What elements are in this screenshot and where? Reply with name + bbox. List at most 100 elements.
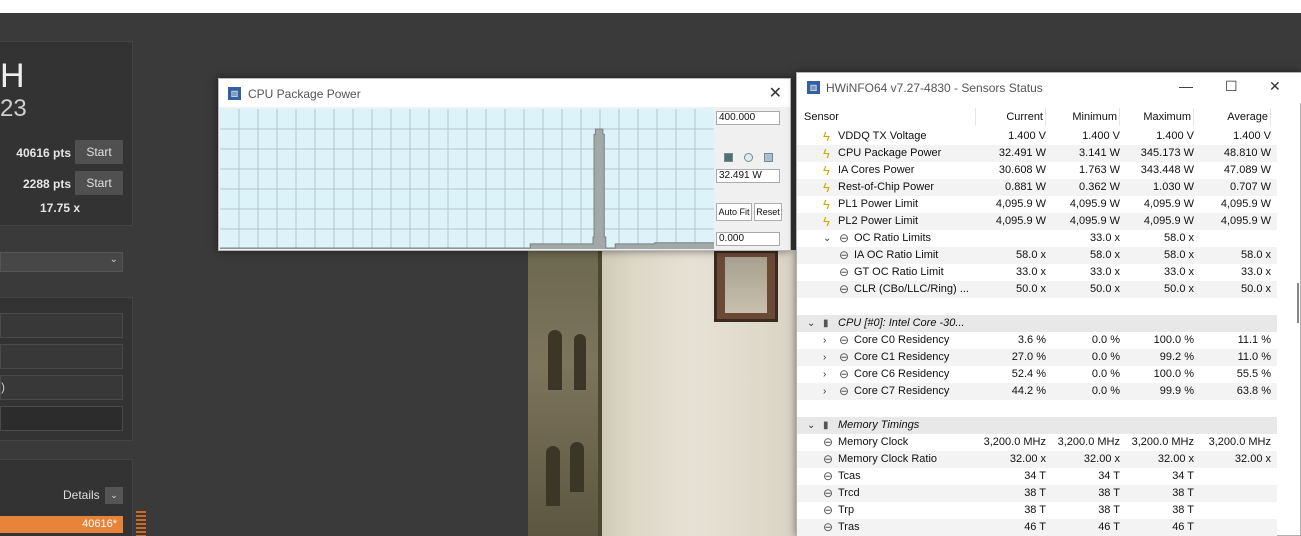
current-value: 38 T [1024, 487, 1046, 499]
cpu-package-power-window[interactable]: ▥ CPU Package Power ✕ 400.000 32.491 W A… [218, 78, 791, 251]
graph-color-swatch-2[interactable] [744, 153, 753, 162]
column-header-sensor[interactable]: Sensor [804, 108, 976, 126]
table-row[interactable]: ⊖ Memory Clock Ratio 32.00 x 32.00 x 32.00 x… [797, 451, 1277, 468]
reset-button[interactable]: Reset [754, 203, 782, 221]
table-row[interactable]: ⊖ Trcd 38 T 38 T 38 T [797, 485, 1277, 502]
sensor-gauge-icon: ⊖ [823, 520, 834, 534]
maximum-value: 99.2 % [1159, 351, 1194, 363]
maximum-value: 38 T [1172, 487, 1194, 499]
chevron-right-icon[interactable]: › [823, 366, 826, 383]
chip-icon: ▮ [823, 318, 829, 329]
maximum-value: 100.0 % [1153, 334, 1194, 346]
table-row[interactable]: ⊖ IA OC Ratio Limit 58.0 x 58.0 x 58.0 x 58.0… [797, 247, 1277, 264]
average-value: 3,200.0 MHz [1208, 436, 1271, 448]
settings-field-3[interactable]: ) [0, 375, 123, 400]
table-row[interactable]: ⊖ Memory Clock 3,200.0 MHz 3,200.0 MHz 3,200… [797, 434, 1277, 451]
close-icon[interactable]: ✕ [1269, 78, 1281, 95]
option-select[interactable]: ⌄ [0, 252, 123, 272]
table-row[interactable]: › ⊖ Core C1 Residency 27.0 % 0.0 % 99.2 % 11.0… [797, 349, 1277, 366]
settings-field-1[interactable] [0, 313, 123, 338]
average-value: 4,095.9 W [1220, 198, 1271, 210]
graph-current-value: 32.491 W [716, 169, 780, 183]
maximum-value: 1.030 W [1153, 181, 1194, 193]
average-value: 47.089 W [1223, 164, 1271, 176]
table-row[interactable]: ϟ PL1 Power Limit 4,095.9 W 4,095.9 W 4,095.… [797, 196, 1277, 213]
current-value: 33.0 x [1016, 266, 1046, 278]
hwinfo-scrollbar[interactable] [1297, 283, 1299, 323]
sensor-label: IA OC Ratio Limit [854, 249, 939, 261]
chevron-down-icon[interactable]: ⌄ [807, 417, 815, 434]
sensor-gauge-icon: ⊖ [823, 435, 834, 449]
auto-fit-button[interactable]: Auto Fit [716, 203, 752, 221]
sensor-label: CPU Package Power [838, 147, 942, 159]
table-row[interactable]: ⊖ CLR (CBo/LLC/Ring) ... 50.0 x 50.0 x 50.0 … [797, 281, 1277, 298]
table-row[interactable]: › ⊖ Core C6 Residency 52.4 % 0.0 % 100.0 % 55.… [797, 366, 1277, 383]
sensor-label: Core C6 Residency [854, 368, 950, 380]
settings-field-4[interactable] [0, 406, 123, 431]
sensor-label: Tcas [838, 470, 861, 482]
sensor-label: Memory Clock Ratio [838, 453, 938, 465]
graph-color-swatch-3[interactable] [764, 153, 773, 162]
average-value: 1.400 V [1233, 130, 1271, 142]
table-row[interactable]: ϟ IA Cores Power 30.608 W 1.763 W 343.448 W 4… [797, 162, 1277, 179]
current-value: 0.881 W [1005, 181, 1046, 193]
ranking-row-current[interactable]: 40616* [0, 516, 123, 533]
table-row[interactable]: › ⊖ Core C0 Residency 3.6 % 0.0 % 100.0 % 11.1… [797, 332, 1277, 349]
chevron-down-icon[interactable]: ⌄ [823, 230, 831, 247]
column-header-current[interactable]: Current [978, 108, 1046, 126]
ranking-scrollbar[interactable] [136, 511, 146, 536]
wallpaper-building [528, 250, 600, 536]
sensor-label: Tras [838, 521, 860, 533]
maximize-icon[interactable]: ☐ [1225, 78, 1238, 95]
sensor-gauge-icon: ⊖ [839, 231, 850, 245]
table-row[interactable]: ⊖ GT OC Ratio Limit 33.0 x 33.0 x 33.0 x 33.0… [797, 264, 1277, 281]
table-row[interactable]: ϟ Rest-of-Chip Power 0.881 W 0.362 W 1.030 W… [797, 179, 1277, 196]
settings-field-2[interactable] [0, 344, 123, 369]
current-value: 32.00 x [1009, 453, 1046, 465]
graph-color-swatch-1[interactable] [724, 153, 733, 162]
chevron-right-icon[interactable]: › [823, 332, 826, 349]
maximum-value: 33.0 x [1164, 266, 1194, 278]
hwinfo-sensors-window[interactable]: ▥ HWiNFO64 v7.27-4830 - Sensors Status —… [796, 72, 1301, 536]
hwinfo-title: HWiNFO64 v7.27-4830 - Sensors Status [826, 81, 1043, 95]
sensor-group-row[interactable]: ⌄ ▮ CPU [#0]: Intel Core -30... [797, 315, 1277, 332]
table-row[interactable]: ⊖ Trp 38 T 38 T 38 T [797, 502, 1277, 519]
average-value: 32.00 x [1234, 453, 1271, 465]
minimize-icon[interactable]: — [1179, 78, 1193, 94]
column-header-maximum[interactable]: Maximum [1122, 108, 1194, 126]
table-row[interactable]: ϟ CPU Package Power 32.491 W 3.141 W 345.173… [797, 145, 1277, 162]
power-window-titlebar[interactable]: ▥ CPU Package Power ✕ [219, 79, 790, 107]
table-spacer-row [797, 400, 1277, 417]
lightning-icon: ϟ [823, 146, 830, 161]
multi-core-start-button[interactable]: Start [75, 140, 123, 164]
column-header-average[interactable]: Average [1196, 108, 1271, 126]
table-row[interactable]: › ⊖ Core C7 Residency 44.2 % 0.0 % 99.9 % 63.8… [797, 383, 1277, 400]
table-row[interactable]: ϟ VDDQ TX Voltage 1.400 V 1.400 V 1.400 V 1.4… [797, 128, 1277, 145]
sensor-label: Trcd [838, 487, 860, 499]
maximum-value: 50.0 x [1164, 283, 1194, 295]
current-value: 44.2 % [1011, 385, 1046, 397]
chevron-right-icon[interactable]: › [823, 349, 826, 366]
maximum-value: 4,095.9 W [1143, 198, 1194, 210]
close-icon[interactable]: ✕ [769, 83, 782, 103]
average-value: 55.5 % [1236, 368, 1271, 380]
chevron-right-icon[interactable]: › [823, 383, 826, 400]
wallpaper-picture-frame [714, 250, 778, 322]
table-row[interactable]: ⌄ ⊖ OC Ratio Limits 33.0 x 58.0 x [797, 230, 1277, 247]
sensor-label: GT OC Ratio Limit [854, 266, 944, 278]
current-value: 52.4 % [1011, 368, 1046, 380]
single-core-start-button[interactable]: Start [75, 171, 123, 195]
power-window-title: CPU Package Power [248, 87, 361, 101]
table-row[interactable]: ⊖ Tcas 34 T 34 T 34 T [797, 468, 1277, 485]
table-row[interactable]: ϟ PL2 Power Limit 4,095.9 W 4,095.9 W 4,095.… [797, 213, 1277, 230]
column-header-minimum[interactable]: Minimum [1048, 108, 1120, 126]
chevron-down-icon[interactable]: ⌄ [807, 315, 815, 332]
table-row[interactable]: ⊖ Tras 46 T 46 T 46 T [797, 519, 1277, 536]
hwinfo-titlebar[interactable]: ▥ HWiNFO64 v7.27-4830 - Sensors Status —… [797, 73, 1301, 103]
details-dropdown-button[interactable]: ⌄ [105, 487, 123, 504]
minimum-value: 58.0 x [1090, 249, 1120, 261]
sensor-group-row[interactable]: ⌄ ▮ Memory Timings [797, 417, 1277, 434]
maximum-value: 58.0 x [1164, 249, 1194, 261]
current-value: 50.0 x [1016, 283, 1046, 295]
average-value: 0.707 W [1230, 181, 1271, 193]
